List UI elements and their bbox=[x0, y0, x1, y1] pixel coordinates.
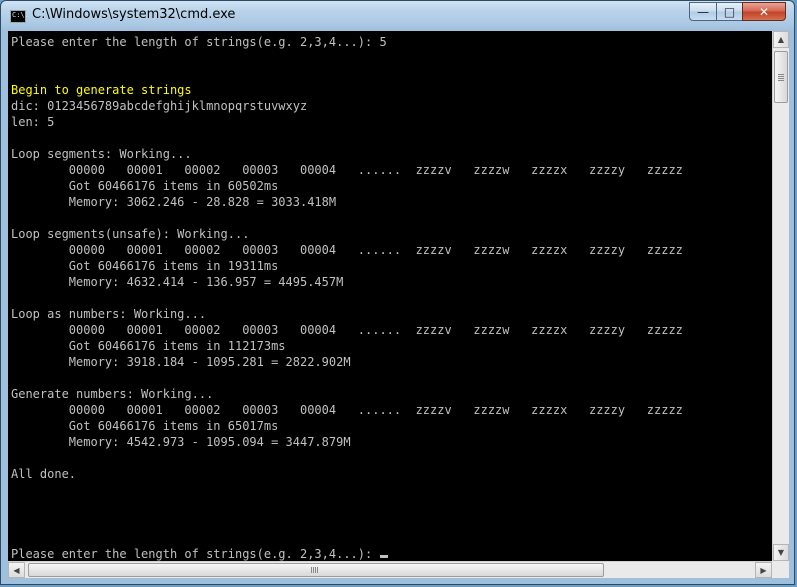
thumb-grip-line bbox=[778, 80, 784, 81]
horizontal-scroll-thumb[interactable] bbox=[28, 563, 604, 577]
console-line: Please enter the length of strings(e.g. … bbox=[11, 546, 772, 561]
console-line: Loop as numbers: Working... bbox=[11, 307, 207, 321]
console-line: Got 60466176 items in 65017ms bbox=[11, 419, 279, 433]
thumb-grip-line bbox=[313, 567, 314, 573]
vertical-scrollbar[interactable]: ▲ ▼ bbox=[772, 31, 789, 561]
console-line: Got 60466176 items in 60502ms bbox=[11, 179, 279, 193]
thumb-grip-line bbox=[778, 76, 784, 77]
console-line: Memory: 4542.973 - 1095.094 = 3447.879M bbox=[11, 435, 351, 449]
close-button[interactable]: ✕ bbox=[742, 2, 786, 21]
console-line: Loop segments: Working... bbox=[11, 147, 192, 161]
vertical-scroll-thumb[interactable] bbox=[774, 51, 788, 103]
cmd-app-icon[interactable]: C:\. bbox=[10, 10, 29, 23]
thumb-grip-line bbox=[317, 567, 318, 573]
console-line: Memory: 3918.184 - 1095.281 = 2822.902M bbox=[11, 355, 351, 369]
console-line: All done. bbox=[11, 467, 77, 481]
console-line: 00000 00001 00002 00003 00004 ...... zzz… bbox=[11, 163, 683, 177]
console-line: 00000 00001 00002 00003 00004 ...... zzz… bbox=[11, 323, 683, 337]
text-cursor bbox=[380, 555, 389, 558]
caption-buttons: — □ ✕ bbox=[689, 2, 786, 22]
minimize-button[interactable]: — bbox=[689, 2, 716, 21]
scroll-right-icon: ▶ bbox=[760, 565, 767, 575]
title-bar[interactable]: C:\. C:\Windows\system32\cmd.exe — □ ✕ bbox=[1, 1, 794, 31]
console-line: Memory: 3062.246 - 28.828 = 3033.418M bbox=[11, 195, 337, 209]
maximize-icon: □ bbox=[723, 4, 736, 19]
scroll-left-icon: ◀ bbox=[13, 565, 20, 575]
thumb-grip-line bbox=[315, 567, 316, 573]
horizontal-scrollbar[interactable]: ◀ ▶ bbox=[8, 561, 772, 578]
console-line: Memory: 4632.414 - 136.957 = 4495.457M bbox=[11, 275, 344, 289]
console-line: Generate numbers: Working... bbox=[11, 387, 214, 401]
console-line: Got 60466176 items in 112173ms bbox=[11, 339, 286, 353]
cmd-window: C:\. C:\Windows\system32\cmd.exe — □ ✕ P… bbox=[0, 0, 795, 585]
close-icon: ✕ bbox=[758, 4, 770, 19]
console-line: Begin to generate strings bbox=[11, 83, 192, 97]
cmd-app-icon-label: C:\. bbox=[12, 11, 29, 19]
console-line: len: 5 bbox=[11, 115, 55, 129]
scroll-down-button[interactable]: ▼ bbox=[773, 544, 789, 561]
scroll-up-icon: ▲ bbox=[777, 35, 785, 44]
minimize-icon: — bbox=[697, 4, 709, 19]
scrollbar-corner bbox=[772, 561, 789, 578]
console-output[interactable]: Please enter the length of strings(e.g. … bbox=[8, 31, 772, 561]
scroll-right-button[interactable]: ▶ bbox=[755, 562, 772, 578]
thumb-grip-line bbox=[311, 567, 312, 573]
console-line: dic: 0123456789abcdefghijklmnopqrstuvwxy… bbox=[11, 99, 308, 113]
console-line: Please enter the length of strings(e.g. … bbox=[11, 35, 387, 49]
thumb-grip-line bbox=[778, 74, 784, 75]
thumb-grip-line bbox=[778, 78, 784, 79]
console-line: 00000 00001 00002 00003 00004 ...... zzz… bbox=[11, 403, 683, 417]
console-text: Please enter the length of strings(e.g. … bbox=[8, 31, 772, 561]
console-line: Loop segments(unsafe): Working... bbox=[11, 227, 250, 241]
scroll-down-icon: ▼ bbox=[777, 548, 785, 557]
scroll-up-button[interactable]: ▲ bbox=[773, 31, 789, 48]
console-line: Got 60466176 items in 19311ms bbox=[11, 259, 279, 273]
console-line: 00000 00001 00002 00003 00004 ...... zzz… bbox=[11, 243, 683, 257]
window-title: C:\Windows\system32\cmd.exe bbox=[32, 7, 236, 22]
scroll-left-button[interactable]: ◀ bbox=[8, 562, 25, 578]
maximize-button[interactable]: □ bbox=[716, 2, 742, 21]
